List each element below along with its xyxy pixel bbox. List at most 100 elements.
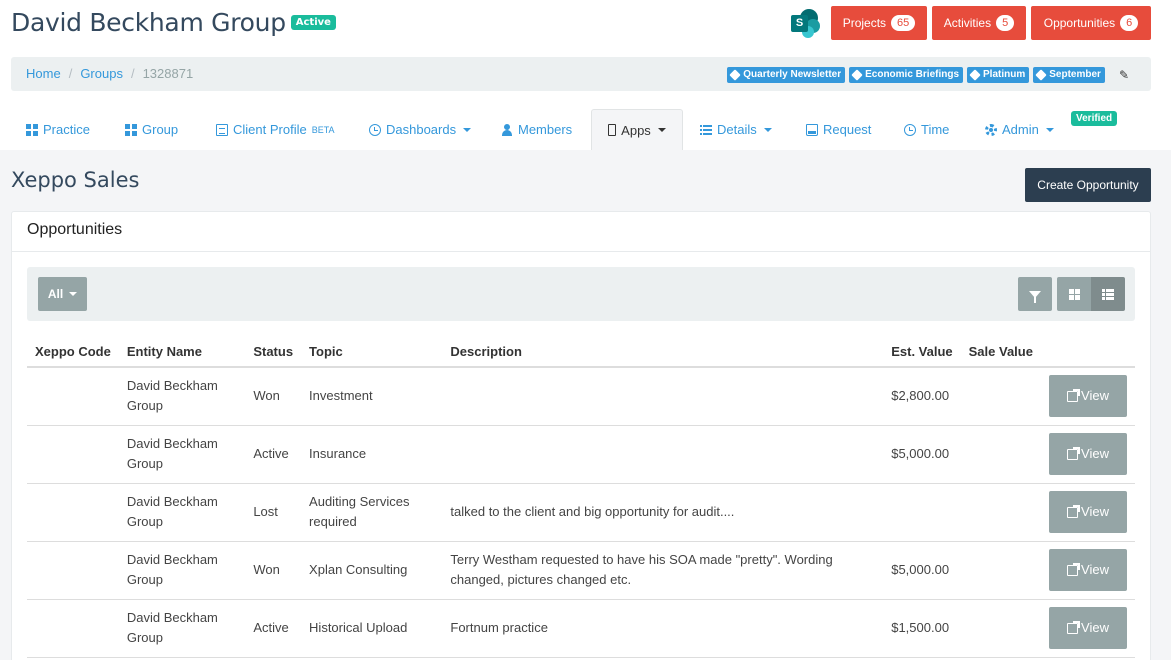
table-row: David Beckham Group Lost Auditing Servic… [27,483,1135,542]
external-link-icon [1067,388,1081,402]
breadcrumb-current: 1328871 [142,66,194,81]
view-button[interactable]: View [1049,433,1127,475]
cell-description: Fortnum practice [442,599,884,658]
cell-est-value: $1,500.00 [883,599,961,658]
col-xeppo-code[interactable]: Xeppo Code [27,337,119,368]
cell-code [27,367,119,426]
table-row: David Beckham Group Active Insurance $5,… [27,425,1135,484]
phone-icon [608,124,617,136]
cell-est-value: $5,000.00 [883,425,961,484]
tag-icon [729,69,741,81]
view-button[interactable]: View [1049,607,1127,649]
tab-time[interactable]: Time [904,109,949,150]
filter-icon [1029,290,1041,303]
cell-sale-value [960,541,1041,600]
projects-count: 65 [891,15,916,31]
cell-description [442,367,884,426]
tab-request[interactable]: Request [806,109,871,150]
tag-icon [969,69,981,81]
col-est-value[interactable]: Est. Value [883,337,961,368]
create-opportunity-button[interactable]: Create Opportunity [1025,168,1151,202]
cell-description [442,425,884,484]
breadcrumb-groups[interactable]: Groups [80,66,123,81]
opportunities-panel: Opportunities All Xeppo Code Entity Name… [11,211,1151,660]
tag-economic-briefings[interactable]: Economic Briefings [849,67,964,83]
cell-entity: David Beckham Group [118,599,246,658]
tag-september[interactable]: September [1033,67,1105,83]
table-toolbar: All [27,267,1135,321]
filter-all-dropdown[interactable]: All [38,277,87,311]
tab-dashboards[interactable]: Dashboards [369,109,472,150]
cell-status: Active [245,425,302,484]
tab-client-profile[interactable]: Client Profile BETA [216,109,335,150]
list-icon [1102,288,1114,300]
group-title: David Beckham Group Active [11,8,336,37]
cell-topic: Insurance [301,425,443,484]
cell-sale-value [960,367,1041,426]
sharepoint-logo-icon[interactable]: S [790,9,822,39]
grid-icon [1068,288,1080,300]
cell-est-value [883,483,961,542]
view-button[interactable]: View [1049,491,1127,533]
cell-entity: David Beckham Group [118,425,246,484]
document-icon [216,123,228,136]
clock-icon [904,123,916,136]
cell-sale-value [960,483,1041,542]
col-topic[interactable]: Topic [301,337,443,368]
opportunities-button[interactable]: Opportunities 6 [1031,6,1151,40]
external-link-icon [1067,504,1081,518]
tag-quarterly-newsletter[interactable]: Quarterly Newsletter [727,67,846,83]
cell-actions: View [1041,483,1135,542]
tag-platinum[interactable]: Platinum [967,67,1030,83]
cell-est-value: $2,800.00 [883,367,961,426]
cell-entity: David Beckham Group [118,483,246,542]
opportunities-count: 6 [1120,15,1139,31]
user-icon [501,123,513,136]
cell-status: Won [245,541,302,600]
gear-icon [985,123,997,136]
grid-view-button[interactable] [1057,277,1091,311]
activities-button[interactable]: Activities 5 [932,6,1026,40]
tab-apps[interactable]: Apps [591,109,683,150]
cell-description: talked to the client and big opportunity… [442,483,884,542]
verified-badge: Verified [1071,111,1118,126]
table-header-row: Xeppo Code Entity Name Status Topic Desc… [27,337,1135,368]
list-view-button[interactable] [1091,277,1125,311]
panel-title: Opportunities [12,212,1150,252]
cell-code [27,425,119,484]
cell-code [27,541,119,600]
col-description[interactable]: Description [442,337,884,368]
cell-topic: Xplan Consulting [301,541,443,600]
cell-topic: Auditing Services required [301,483,443,542]
tab-details[interactable]: Details [700,109,772,150]
dashboard-icon [369,123,381,136]
cell-code [27,599,119,658]
pencil-icon[interactable]: ✎ [1119,68,1129,82]
tab-members[interactable]: Members [501,109,572,150]
cell-status: Lost [245,483,302,542]
cell-sale-value [960,425,1041,484]
projects-button[interactable]: Projects 65 [831,6,927,40]
col-entity-name[interactable]: Entity Name [118,337,246,368]
cell-actions: View [1041,367,1135,426]
list-icon [700,123,712,136]
tag-icon [851,69,863,81]
view-button[interactable]: View [1049,375,1127,418]
caret-down-icon [1045,127,1054,132]
tab-practice[interactable]: Practice [26,109,90,150]
cell-entity: David Beckham Group [118,541,246,600]
table-row: David Beckham Group Won Investment $2,80… [27,367,1135,426]
tab-group[interactable]: Group [125,109,178,150]
col-status[interactable]: Status [245,337,302,368]
tag-icon [1035,69,1047,81]
filter-button[interactable] [1018,277,1052,311]
tab-admin[interactable]: Admin [985,109,1054,150]
cell-code [27,483,119,542]
main-nav: Practice Group Client Profile BETA Dashbo… [11,109,1171,150]
view-button[interactable]: View [1049,549,1127,591]
col-sale-value[interactable]: Sale Value [960,337,1041,368]
external-link-icon [1067,562,1081,576]
breadcrumb-home[interactable]: Home [26,66,61,81]
cell-actions: View [1041,541,1135,600]
table-row: David Beckham Group Won Xplan Consulting… [27,541,1135,600]
